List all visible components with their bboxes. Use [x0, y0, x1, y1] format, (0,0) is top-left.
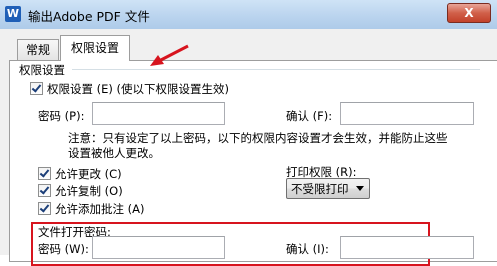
allow-change-label: 允许更改 (C): [55, 167, 122, 181]
print-permission-value: 不受限打印: [291, 182, 349, 196]
note-line-1: 注意：只有设定了以上密码，以下的权限内容设置才会生效，并能防止这些: [68, 131, 448, 145]
wps-writer-icon: W: [5, 6, 21, 22]
permissions-group-title: 权限设置: [19, 63, 65, 77]
tab-permissions[interactable]: 权限设置: [60, 35, 130, 61]
group-divider: [72, 69, 480, 70]
open-password-input[interactable]: [92, 236, 225, 259]
password-label: 密码 (P):: [38, 109, 85, 123]
close-button[interactable]: X: [447, 3, 491, 23]
dropdown-arrow-icon: [356, 186, 364, 191]
allow-copy-label: 允许复制 (O): [55, 184, 123, 198]
allow-change-checkbox[interactable]: [38, 167, 51, 180]
allow-copy-checkbox[interactable]: [38, 184, 51, 197]
print-permission-select[interactable]: 不受限打印: [286, 178, 370, 199]
red-arrow-annotation: [150, 44, 189, 66]
enable-permissions-checkbox[interactable]: [30, 82, 43, 95]
allow-annotate-label: 允许添加批注 (A): [55, 202, 145, 216]
note-line-2: 设置被他人更改。: [68, 146, 160, 160]
tab-general[interactable]: 常规: [17, 39, 59, 61]
title-bar: W 输出Adobe PDF 文件 X: [0, 0, 497, 30]
open-confirm-input[interactable]: [340, 236, 474, 259]
enable-permissions-label: 权限设置 (E) (使以下权限设置生效): [47, 82, 230, 96]
window-title: 输出Adobe PDF 文件: [28, 9, 150, 24]
confirm-password-label: 确认 (F):: [286, 109, 333, 123]
confirm-password-input[interactable]: [340, 102, 474, 125]
password-input[interactable]: [92, 102, 225, 125]
allow-annotate-checkbox[interactable]: [38, 202, 51, 215]
